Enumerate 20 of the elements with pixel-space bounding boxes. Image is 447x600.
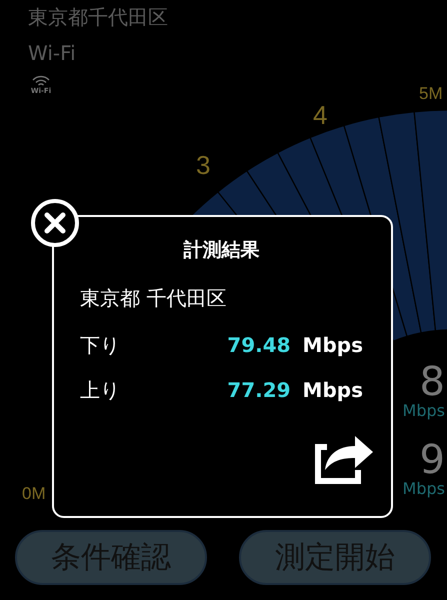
close-icon <box>44 212 66 234</box>
gauge-tick-label: 0M <box>22 484 46 504</box>
network-label: Wi-Fi <box>28 41 77 65</box>
gauge-tick-label: 3 <box>196 150 210 181</box>
speed-value: 8 <box>420 362 445 402</box>
speed-unit: Mbps <box>402 480 445 498</box>
dialog-title: 計測結果 <box>182 238 260 263</box>
gauge-tick-label: 4 <box>313 100 328 131</box>
unit-label: Mbps <box>302 378 363 402</box>
result-location: 東京都 千代田区 <box>80 285 228 312</box>
location-label: 東京都千代田区 <box>28 4 169 31</box>
speed-value: 9 <box>420 440 445 480</box>
direction-label: 下り <box>80 332 121 359</box>
wifi-icon <box>32 75 50 87</box>
speed-unit: Mbps <box>402 402 445 420</box>
speed-result: 79.48 <box>227 333 291 357</box>
direction-label: 上り <box>80 377 121 404</box>
unit-label: Mbps <box>302 333 363 357</box>
gauge-tick-label: 5M <box>419 84 443 104</box>
speed-result: 77.29 <box>227 378 291 402</box>
